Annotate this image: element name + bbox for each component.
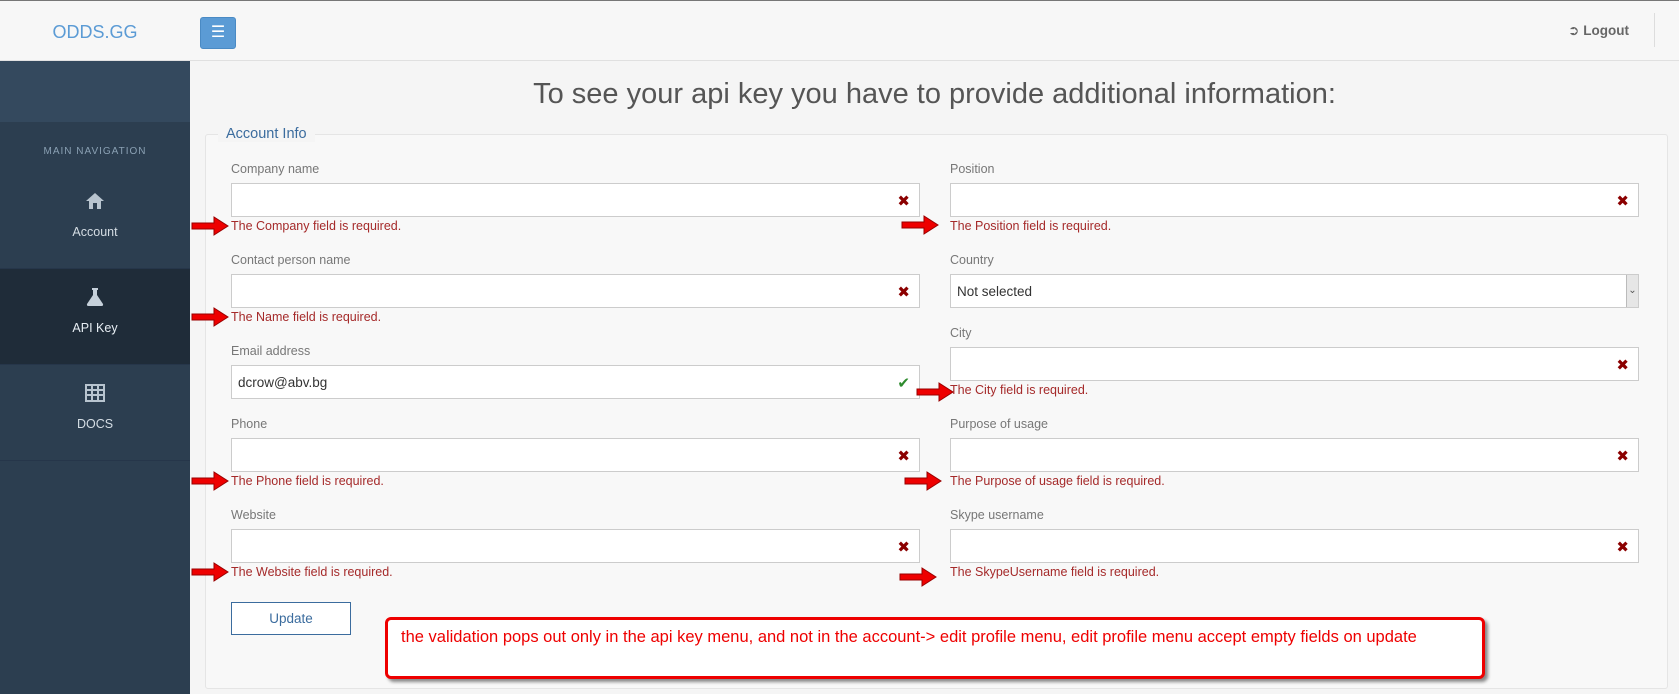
- sidebar: ODDS.GG MAIN NAVIGATION Account API Key …: [0, 0, 190, 694]
- flask-icon: [0, 287, 190, 313]
- contact-error: The Name field is required.: [231, 310, 382, 324]
- table-icon: [0, 383, 190, 409]
- sidebar-item-label: DOCS: [76, 417, 114, 431]
- city-input[interactable]: [950, 347, 1639, 381]
- email-input[interactable]: [231, 365, 920, 399]
- purpose-field-group: Purpose of usage ✖ The Purpose of usage …: [950, 417, 1639, 488]
- company-label: Company name: [231, 162, 320, 176]
- nav-section-title: MAIN NAVIGATION: [43, 146, 147, 157]
- error-x-icon: ✖: [897, 539, 910, 556]
- website-error: The Website field is required.: [231, 565, 393, 579]
- page-title: To see your api key you have to provide …: [533, 78, 1336, 110]
- annotation-arrow: [901, 215, 939, 235]
- annotation-arrow: [904, 471, 942, 491]
- logout-link[interactable]: ➲ Logout: [1568, 23, 1629, 39]
- email-field-group: Email address ✔: [231, 344, 920, 399]
- skype-label: Skype username: [950, 508, 1044, 522]
- phone-input[interactable]: [231, 438, 920, 472]
- position-field-group: Position ✖ The Position field is require…: [950, 162, 1639, 233]
- contact-input[interactable]: [231, 274, 920, 308]
- chevron-down-icon[interactable]: ⌄: [1626, 275, 1638, 307]
- checkmark-icon: ✔: [897, 375, 910, 392]
- annotation-arrow: [191, 216, 229, 236]
- email-label: Email address: [231, 344, 311, 358]
- app-logo[interactable]: ODDS.GG: [0, 0, 190, 61]
- country-label: Country: [950, 253, 994, 267]
- error-x-icon: ✖: [1616, 193, 1629, 210]
- error-x-icon: ✖: [897, 448, 910, 465]
- position-label: Position: [950, 162, 995, 176]
- sidebar-user-panel: [0, 61, 190, 122]
- purpose-error: The Purpose of usage field is required.: [950, 474, 1165, 488]
- company-field-group: Company name ✖ The Company field is requ…: [231, 162, 920, 233]
- error-x-icon: ✖: [897, 193, 910, 210]
- city-label: City: [950, 326, 972, 340]
- error-x-icon: ✖: [897, 284, 910, 301]
- purpose-input[interactable]: [950, 438, 1639, 472]
- menu-toggle-button[interactable]: ☰: [200, 17, 236, 49]
- contact-label: Contact person name: [231, 253, 351, 267]
- phone-field-group: Phone ✖ The Phone field is required.: [231, 417, 920, 488]
- position-input[interactable]: [950, 183, 1639, 217]
- country-select[interactable]: Not selected: [950, 274, 1639, 308]
- annotation-arrow: [916, 382, 954, 402]
- error-x-icon: ✖: [1616, 357, 1629, 374]
- update-button[interactable]: Update: [231, 602, 351, 635]
- city-error: The City field is required.: [950, 383, 1089, 397]
- annotation-arrow: [191, 562, 229, 582]
- skype-field-group: Skype username ✖ The SkypeUsername field…: [950, 508, 1639, 579]
- purpose-label: Purpose of usage: [950, 417, 1048, 431]
- sidebar-item-account[interactable]: Account: [0, 173, 190, 269]
- annotation-arrow: [191, 471, 229, 491]
- logout-label: Logout: [1583, 23, 1629, 38]
- sidebar-item-label: Account: [72, 225, 118, 239]
- company-input[interactable]: [231, 183, 920, 217]
- sign-out-icon: ➲: [1567, 23, 1580, 38]
- phone-error: The Phone field is required.: [231, 474, 384, 488]
- fieldset-legend: Account Info: [218, 126, 315, 142]
- contact-field-group: Contact person name ✖ The Name field is …: [231, 253, 920, 324]
- website-input[interactable]: [231, 529, 920, 563]
- annotation-callout: the validation pops out only in the api …: [385, 617, 1485, 679]
- website-field-group: Website ✖ The Website field is required.: [231, 508, 920, 579]
- error-x-icon: ✖: [1616, 448, 1629, 465]
- position-error: The Position field is required.: [950, 219, 1112, 233]
- sidebar-item-api-key[interactable]: API Key: [0, 269, 190, 365]
- skype-error: The SkypeUsername field is required.: [950, 565, 1160, 579]
- sidebar-item-label: API Key: [72, 321, 118, 335]
- annotation-arrow: [191, 307, 229, 327]
- home-icon: [0, 191, 190, 217]
- company-error: The Company field is required.: [231, 219, 402, 233]
- website-label: Website: [231, 508, 276, 522]
- annotation-arrow: [899, 567, 937, 587]
- phone-label: Phone: [231, 417, 268, 431]
- city-field-group: City ✖ The City field is required.: [950, 326, 1639, 397]
- hamburger-icon: ☰: [210, 24, 226, 41]
- divider: [1654, 13, 1655, 47]
- top-navbar: ☰ ➲ Logout: [190, 0, 1679, 61]
- sidebar-item-docs[interactable]: DOCS: [0, 365, 190, 461]
- country-field-group: Country Not selected ⌄: [950, 253, 1639, 308]
- skype-input[interactable]: [950, 529, 1639, 563]
- error-x-icon: ✖: [1616, 539, 1629, 556]
